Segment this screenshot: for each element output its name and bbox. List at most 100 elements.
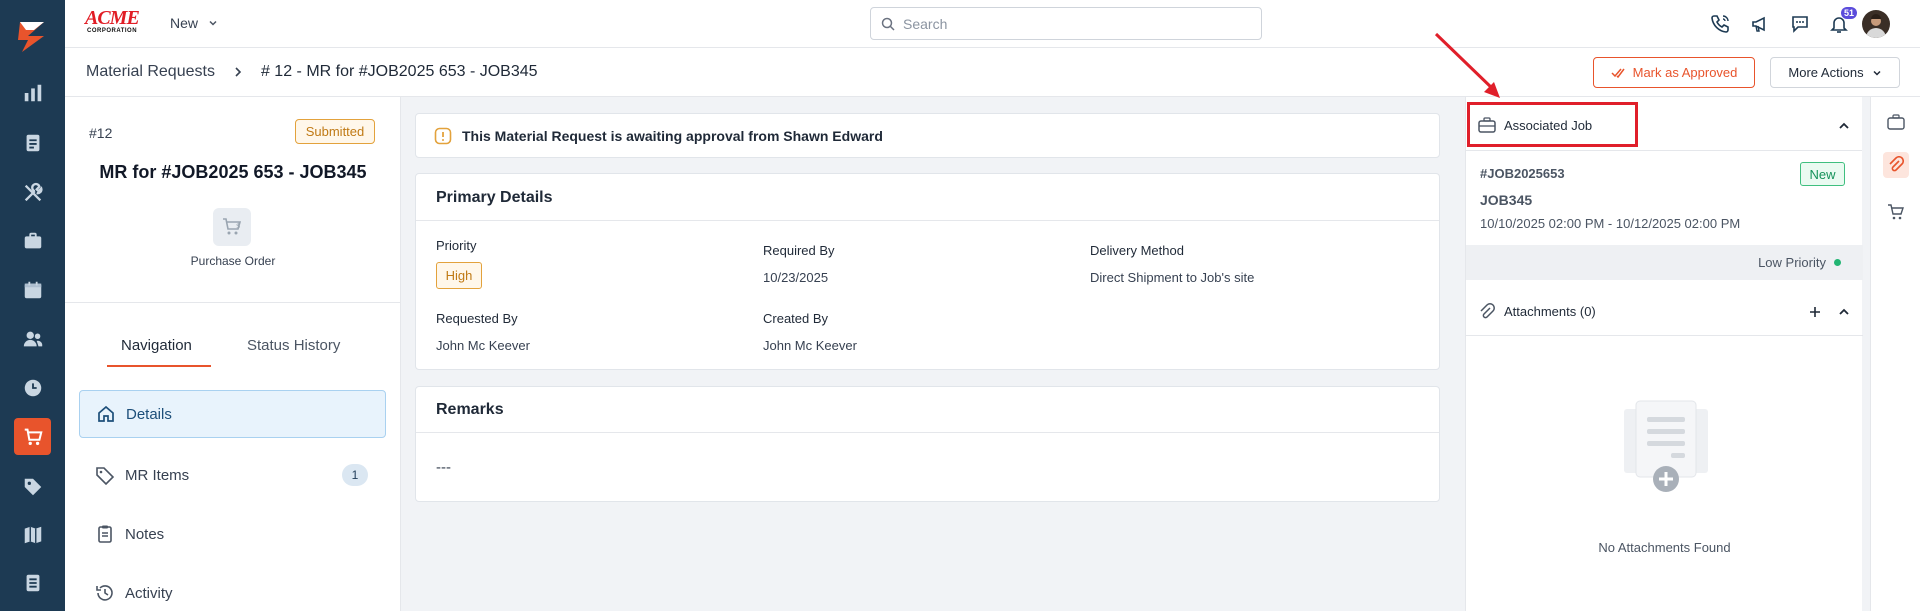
- more-actions-button[interactable]: More Actions: [1770, 57, 1900, 88]
- brand-logo[interactable]: ACME CORPORATION: [85, 8, 149, 37]
- nav-item-mr-items[interactable]: MR Items 1: [79, 451, 386, 499]
- add-attachment-icon[interactable]: [1809, 306, 1821, 318]
- created-by-value: John Mc Keever: [763, 338, 857, 353]
- new-label: New: [170, 15, 199, 31]
- empty-documents-icon: [1624, 400, 1708, 492]
- breadcrumb: Material Requests # 12 - MR for #JOB2025…: [86, 63, 538, 81]
- summary-panel: #12 Submitted MR for #JOB2025 653 - JOB3…: [65, 97, 401, 611]
- double-check-icon: [1611, 68, 1625, 78]
- search-box[interactable]: [870, 7, 1262, 40]
- no-attachments-text: No Attachments Found: [1598, 540, 1731, 555]
- paperclip-icon[interactable]: [1883, 152, 1909, 178]
- panel-tabs: Navigation Status History: [107, 329, 359, 367]
- divider: [416, 432, 1439, 433]
- job-status-badge: New: [1800, 162, 1845, 186]
- tag-icon: [96, 467, 115, 485]
- alert-text: This Material Request is awaiting approv…: [462, 127, 883, 144]
- home-icon: [98, 405, 114, 422]
- history-icon: [96, 585, 113, 601]
- alert-icon: [434, 127, 452, 144]
- job-id[interactable]: #JOB2025653: [1480, 166, 1565, 181]
- bell-icon[interactable]: 51: [1827, 7, 1857, 36]
- app-rail: [0, 0, 65, 611]
- created-by-label: Created By: [763, 311, 829, 326]
- chevron-down-icon: [209, 20, 217, 26]
- job-name: JOB345: [1480, 192, 1533, 208]
- tab-navigation[interactable]: Navigation: [121, 337, 192, 354]
- brand-tagline: CORPORATION: [87, 28, 138, 34]
- primary-details-card: Primary Details Priority High Required B…: [415, 173, 1440, 370]
- mr-number: #12: [89, 125, 113, 141]
- new-menu-button[interactable]: New: [170, 15, 218, 31]
- tools-icon[interactable]: [20, 180, 46, 206]
- chevron-right-icon: [235, 67, 242, 77]
- report-icon[interactable]: [20, 570, 46, 596]
- calendar-icon[interactable]: [20, 277, 46, 303]
- delivery-method-label: Delivery Method: [1090, 243, 1184, 258]
- job-priority: Low Priority: [1758, 255, 1826, 270]
- chevron-down-icon: [1873, 70, 1881, 76]
- notification-count: 51: [1840, 7, 1857, 19]
- cart-icon[interactable]: [1883, 199, 1909, 225]
- status-badge: Submitted: [295, 119, 375, 144]
- cart-icon[interactable]: [14, 418, 51, 455]
- briefcase-icon[interactable]: [20, 228, 46, 254]
- megaphone-icon[interactable]: [1748, 12, 1772, 36]
- attachments-title: Attachments (0): [1504, 304, 1596, 319]
- phone-icon[interactable]: [1708, 12, 1732, 36]
- annotation-arrow-icon: [1434, 32, 1500, 98]
- map-icon[interactable]: [20, 522, 46, 548]
- briefcase-icon[interactable]: [1883, 109, 1909, 135]
- divider: [416, 220, 1439, 221]
- top-bar: ACME CORPORATION New 51: [65, 0, 1920, 48]
- tab-status-history[interactable]: Status History: [247, 337, 340, 354]
- primary-details-title: Primary Details: [436, 189, 553, 206]
- nav-label: Notes: [125, 525, 165, 543]
- mr-items-count: 1: [342, 464, 368, 486]
- users-icon[interactable]: [20, 326, 46, 352]
- nav-item-details[interactable]: Details: [79, 390, 386, 438]
- remarks-title: Remarks: [436, 401, 504, 418]
- breadcrumb-parent[interactable]: Material Requests: [86, 63, 215, 81]
- mark-as-approved-button[interactable]: Mark as Approved: [1593, 57, 1755, 88]
- job-priority-row: Low Priority: [1466, 245, 1863, 280]
- delivery-method-value: Direct Shipment to Job's site: [1090, 270, 1255, 285]
- requested-by-label: Requested By: [436, 311, 518, 326]
- remarks-card: Remarks ---: [415, 386, 1440, 502]
- remarks-value: ---: [436, 459, 451, 476]
- approve-label: Mark as Approved: [1632, 65, 1738, 80]
- nav-label: MR Items: [125, 466, 190, 484]
- purchase-order-label: Purchase Order: [190, 254, 276, 268]
- dashboard-icon[interactable]: [20, 80, 46, 106]
- nav-item-activity[interactable]: Activity: [79, 569, 386, 611]
- tag-icon[interactable]: [20, 474, 46, 500]
- required-by-value: 10/23/2025: [763, 270, 829, 285]
- priority-badge: High: [436, 262, 482, 289]
- avatar[interactable]: [1862, 10, 1890, 38]
- divider: [1466, 335, 1863, 336]
- search-input[interactable]: [903, 15, 1243, 32]
- more-actions-label: More Actions: [1788, 65, 1864, 80]
- nav-label: Activity: [125, 584, 173, 602]
- chevron-up-icon[interactable]: [1838, 121, 1850, 131]
- documents-icon[interactable]: [20, 130, 46, 156]
- requested-by-value: John Mc Keever: [436, 338, 530, 353]
- breadcrumb-current: # 12 - MR for #JOB2025 653 - JOB345: [260, 63, 538, 80]
- active-tab-indicator: [107, 365, 211, 367]
- chat-icon[interactable]: [1788, 12, 1812, 36]
- clipboard-icon: [98, 525, 112, 543]
- clock-icon[interactable]: [20, 375, 46, 401]
- app-logo-icon[interactable]: [14, 18, 50, 54]
- divider: [1466, 150, 1862, 151]
- priority-label: Priority: [436, 238, 477, 253]
- required-by-label: Required By: [763, 243, 835, 258]
- highlight-box: [1467, 102, 1638, 147]
- purchase-order-icon[interactable]: $: [213, 208, 251, 246]
- svg-text:$: $: [236, 222, 240, 230]
- mr-title: MR for #JOB2025 653 - JOB345: [99, 162, 367, 182]
- nav-item-notes[interactable]: Notes: [79, 510, 386, 558]
- nav-label: Details: [126, 405, 172, 423]
- divider: [65, 302, 401, 303]
- priority-dot: [1834, 259, 1841, 266]
- chevron-up-icon[interactable]: [1838, 307, 1850, 317]
